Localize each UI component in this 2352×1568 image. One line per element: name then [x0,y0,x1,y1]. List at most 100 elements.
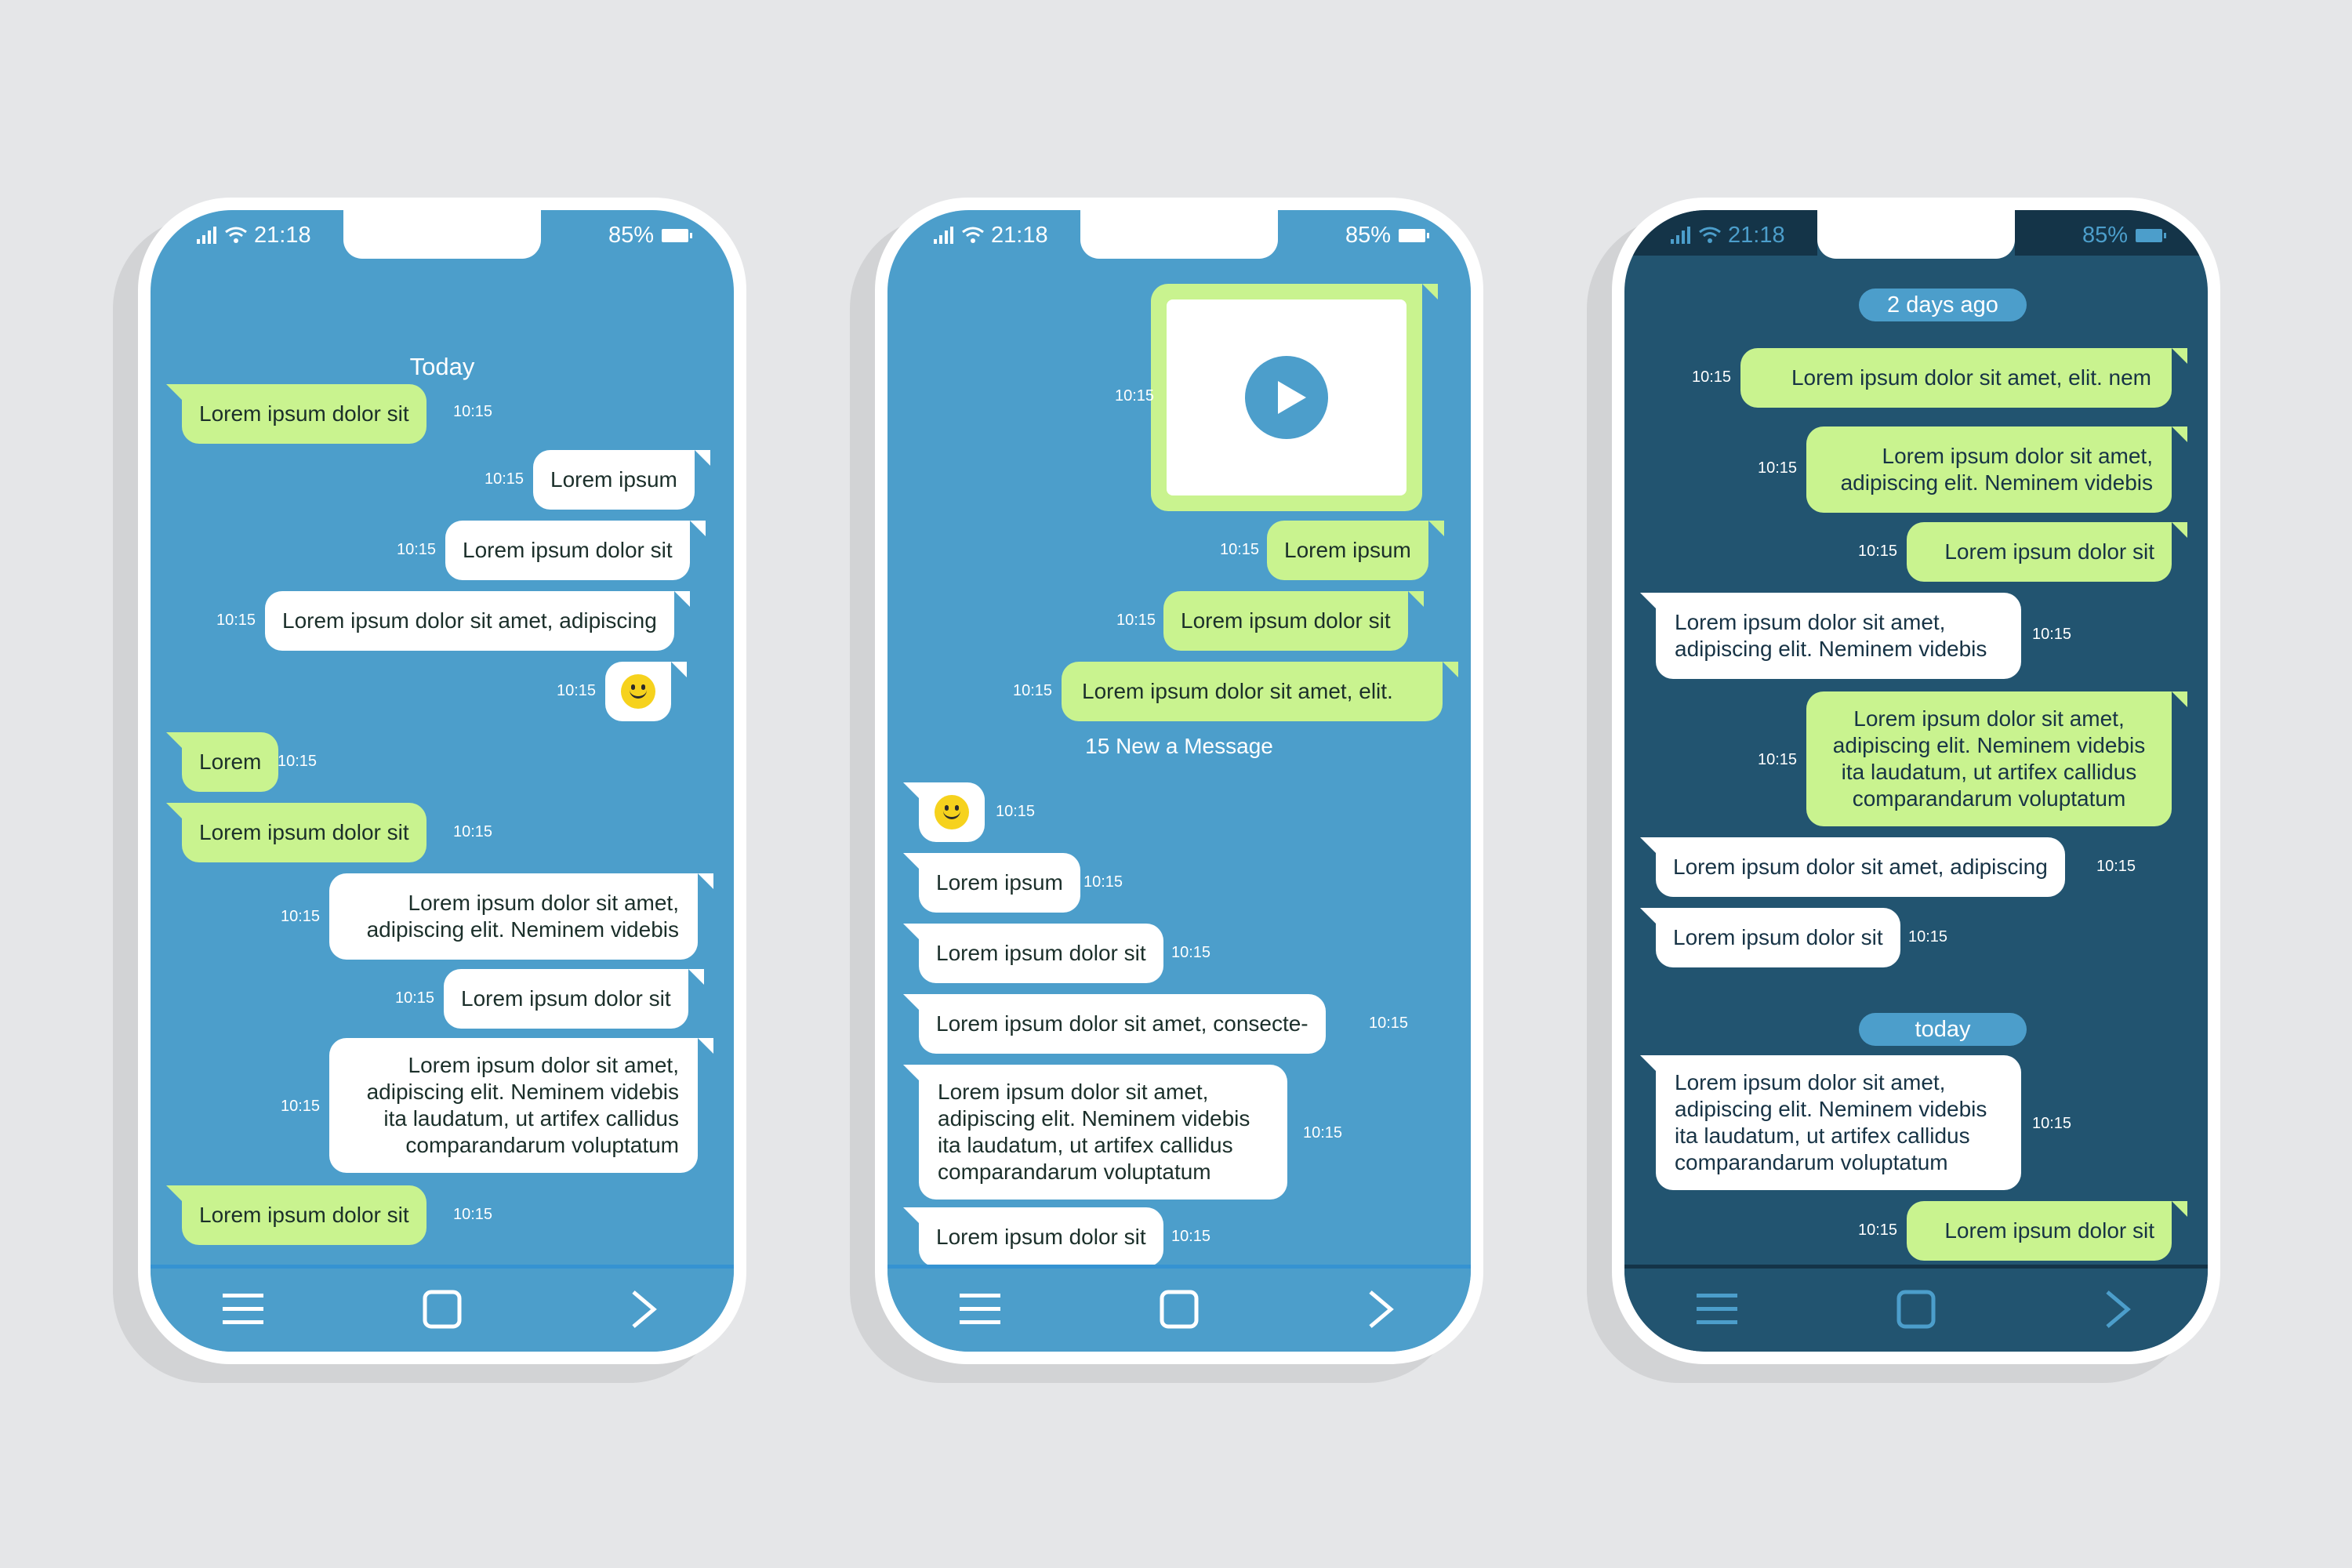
message-bubble[interactable]: Lorem ipsum dolor sit [1163,591,1424,651]
battery-icon [2136,228,2166,242]
menu-icon[interactable] [956,1286,1004,1333]
status-time: 21:18 [1728,222,1785,248]
message-bubble[interactable]: Lorem ipsum [533,450,710,510]
home-square-icon[interactable] [1893,1286,1940,1333]
message-bubble[interactable]: Lorem ipsum dolor sit amet, adipiscing e… [1640,593,2021,679]
battery-icon [662,228,692,242]
message-bubble[interactable]: Lorem ipsum dolor sit [903,924,1163,983]
message-bubble[interactable]: Lorem ipsum dolor sit amet, adipiscing e… [329,873,713,960]
chevron-right-icon[interactable] [621,1286,668,1333]
bottom-navbar [1624,1265,2208,1352]
message-time: 10:15 [2032,626,2072,643]
message-bubble[interactable]: Lorem ipsum dolor sit [445,521,706,580]
message-bubble[interactable]: Lorem ipsum dolor sit [1640,908,1900,967]
message-bubble[interactable]: Lorem ipsum dolor sit amet, elit. nem [1740,348,2187,408]
message-bubble[interactable]: Lorem ipsum dolor sit [166,803,426,862]
message-text: Lorem ipsum dolor sit amet, elit. nem [1791,365,2151,390]
message-text: Lorem ipsum dolor sit [1181,608,1391,633]
message-text: Lorem ipsum [550,467,677,492]
message-bubble[interactable]: Lorem ipsum dolor sit [166,384,426,444]
status-bar-left: 21:18 [1670,218,1785,252]
message-time: 10:15 [2032,1115,2072,1132]
message-text: Lorem ipsum dolor sit amet, adipiscing e… [1832,706,2146,811]
date-pill: 2 days ago [1859,289,2027,321]
message-bubble[interactable]: Lorem ipsum dolor sit amet, adipiscing e… [1640,1055,2021,1190]
wifi-icon [962,227,984,243]
status-bar-right: 85% [1345,218,1429,252]
message-time: 10:15 [397,541,437,558]
message-bubble[interactable] [903,782,985,842]
home-square-icon[interactable] [419,1286,466,1333]
message-time: 10:15 [453,1206,493,1223]
message-text: Lorem ipsum dolor sit amet, adipiscing [1673,855,2048,879]
date-pill: today [1859,1013,2027,1046]
message-bubble[interactable]: Lorem ipsum dolor sit amet, adipiscing e… [903,1065,1287,1200]
notch [343,210,541,259]
message-bubble[interactable]: Lorem ipsum dolor sit amet, adipiscing [1640,837,2065,897]
message-time: 10:15 [1858,543,1898,560]
message-text: Lorem ipsum dolor sit amet, adipiscing [282,608,657,633]
chevron-right-icon[interactable] [1358,1286,1405,1333]
message-time: 10:15 [453,403,493,420]
menu-icon[interactable] [220,1286,267,1333]
new-message-divider: 15 New a Message [1085,734,1273,758]
smiley-icon [621,674,655,709]
phone-frame: 21:18 85% 2 days ago Lorem ipsum dolor s… [1612,198,2220,1364]
home-square-icon[interactable] [1156,1286,1203,1333]
message-text: Lorem ipsum dolor sit [463,538,673,562]
message-time: 10:15 [1303,1124,1343,1142]
message-bubble[interactable]: Lorem ipsum dolor sit [444,969,704,1029]
message-time: 10:15 [1758,751,1798,768]
phone-middle: 21:18 85% 10:15 Lorem ipsum 10:15 Lorem … [850,198,1483,1383]
message-bubble[interactable]: Lorem ipsum dolor sit amet, adipiscing [265,591,690,651]
message-time: 10:15 [1171,1228,1211,1245]
message-bubble[interactable]: Lorem [165,732,279,792]
message-bubble[interactable]: Lorem ipsum [903,853,1080,913]
message-time: 10:15 [1115,387,1155,405]
message-bubble[interactable]: Lorem ipsum dolor sit amet, adipiscing e… [329,1038,713,1173]
phone-right: 21:18 85% 2 days ago Lorem ipsum dolor s… [1587,198,2220,1383]
message-time: 10:15 [1220,541,1260,558]
wifi-icon [225,227,247,243]
signal-icon [934,227,953,244]
message-time: 10:15 [1013,682,1053,699]
signal-icon [1671,227,1690,244]
status-bar-right: 85% [608,218,692,252]
message-bubble[interactable]: Lorem ipsum dolor sit [903,1207,1163,1267]
message-bubble[interactable] [605,662,687,721]
chevron-right-icon[interactable] [2095,1286,2142,1333]
message-time: 10:15 [557,682,597,699]
message-time: 10:15 [996,803,1036,820]
message-bubble[interactable]: Lorem ipsum dolor sit amet, adipiscing e… [1806,691,2187,826]
video-message[interactable] [1151,284,1438,511]
message-bubble[interactable]: Lorem ipsum [1267,521,1444,580]
menu-icon[interactable] [1693,1286,1740,1333]
message-bubble[interactable]: Lorem ipsum dolor sit amet, adipiscing e… [1806,426,2187,513]
notch [1080,210,1278,259]
play-icon[interactable] [1245,356,1328,439]
message-time: 10:15 [1083,873,1123,891]
message-time: 10:15 [1758,459,1798,477]
message-text: Lorem ipsum dolor sit amet, elit. [1082,679,1393,703]
status-time: 21:18 [991,222,1048,248]
message-time: 10:15 [281,1098,321,1115]
smiley-icon [935,795,969,829]
message-bubble[interactable]: Lorem ipsum dolor sit amet, elit. [1062,662,1458,721]
status-bar-right: 85% [2082,218,2166,252]
video-preview [1167,299,1406,495]
message-text: Lorem ipsum dolor sit [199,401,409,426]
message-text: Lorem ipsum dolor sit amet, adipiscing e… [1840,444,2153,495]
message-text: Lorem ipsum dolor sit [199,820,409,844]
message-bubble[interactable]: Lorem ipsum dolor sit amet, consecte- [903,994,1326,1054]
message-time: 10:15 [453,823,493,840]
message-text: Lorem ipsum dolor sit amet, adipiscing e… [1675,1070,1987,1174]
chat-screen: 21:18 85% 2 days ago Lorem ipsum dolor s… [1624,210,2208,1352]
battery-percent: 85% [608,222,654,248]
message-bubble[interactable]: Lorem ipsum dolor sit [1907,522,2187,582]
chat-screen: 21:18 85% Today Lorem ipsum dolor sit 10… [151,210,734,1352]
message-bubble[interactable]: Lorem ipsum dolor sit [166,1185,426,1245]
chat-screen: 21:18 85% 10:15 Lorem ipsum 10:15 Lorem … [887,210,1471,1352]
message-text: Lorem ipsum dolor sit amet, adipiscing e… [366,891,679,942]
message-text: Lorem ipsum dolor sit amet, consecte- [936,1011,1308,1036]
message-bubble[interactable]: Lorem ipsum dolor sit [1907,1201,2187,1261]
